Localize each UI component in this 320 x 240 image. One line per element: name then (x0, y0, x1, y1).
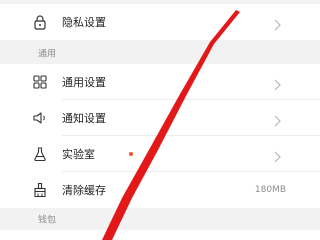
flask-icon (32, 146, 48, 162)
section-header-wallet: 钱包 (0, 208, 320, 230)
notification-settings-label: 通知设置 (62, 112, 106, 125)
notification-settings-row[interactable]: 通知设置 (0, 100, 320, 136)
lock-icon (32, 14, 48, 30)
broom-icon (32, 182, 48, 198)
chevron-right-icon (272, 16, 282, 31)
section-header-general-label: 通用 (38, 49, 57, 60)
section-header-wallet-label: 钱包 (38, 215, 57, 226)
lab-label: 实验室 (62, 148, 95, 161)
wallet-row-partial (0, 230, 320, 240)
new-badge-dot (129, 152, 133, 156)
privacy-settings-label: 隐私设置 (62, 16, 106, 29)
chevron-right-icon (272, 112, 282, 127)
general-settings-row[interactable]: 通用设置 (0, 64, 320, 100)
section-header-general: 通用 (0, 42, 320, 64)
chevron-right-icon (272, 148, 282, 163)
speaker-icon (32, 110, 48, 126)
cache-size-value: 180MB (254, 185, 286, 195)
general-settings-label: 通用设置 (62, 76, 106, 89)
grid-icon (32, 74, 48, 90)
lab-row[interactable]: 实验室 (0, 136, 320, 172)
chevron-right-icon (272, 76, 282, 91)
settings-screen: 隐私设置 通用 通用设置 通知设置 实验室 清除缓存 180MB 钱包 (0, 0, 320, 240)
clear-cache-label: 清除缓存 (62, 184, 106, 197)
privacy-settings-row[interactable]: 隐私设置 (0, 4, 320, 40)
clear-cache-row[interactable]: 清除缓存 180MB (0, 172, 320, 208)
